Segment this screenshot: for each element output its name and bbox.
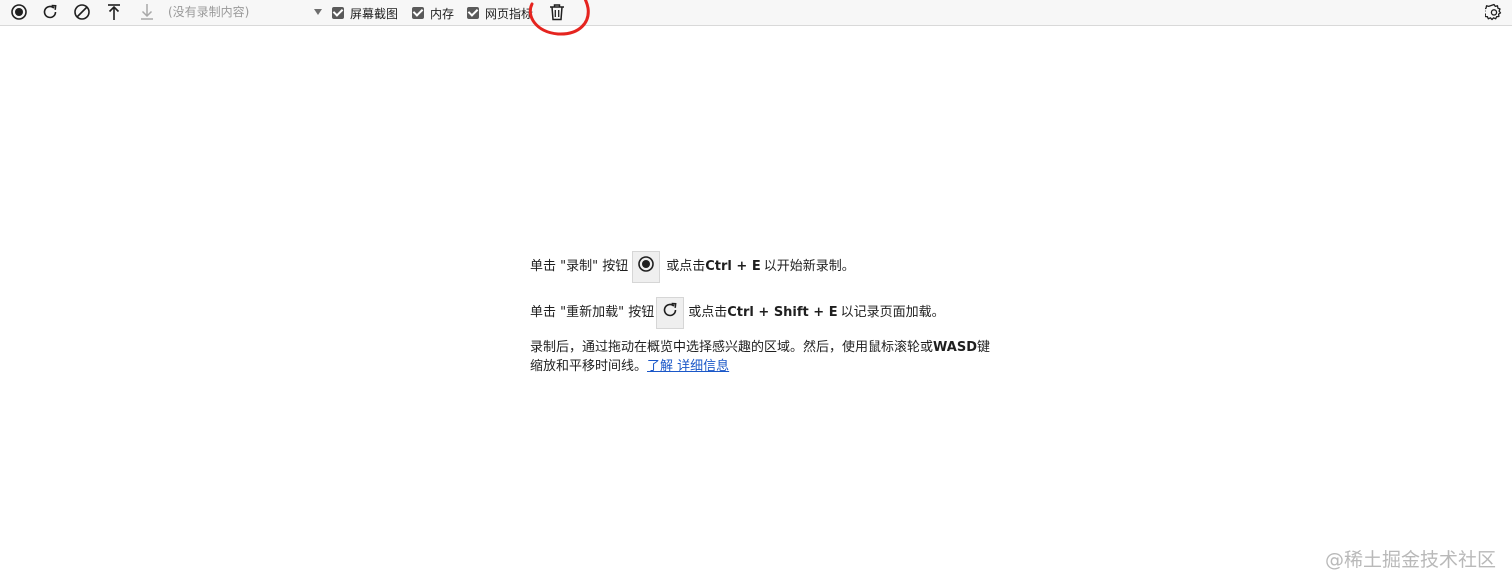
reload-icon <box>661 301 679 325</box>
clear-icon <box>73 3 91 21</box>
memory-checkbox-label: 内存 <box>430 6 455 21</box>
save-profile-button[interactable] <box>136 1 158 23</box>
usage-note: 录制后，通过拖动在概览中选择感兴趣的区域。然后，使用鼠标滚轮或WASD键缩放和平… <box>530 338 990 376</box>
usage-note-text: 录制后，通过拖动在概览中选择感兴趣的区域。然后，使用鼠标滚轮或 <box>530 340 934 355</box>
reload-icon <box>41 3 59 21</box>
recording-select-value: (没有录制内容) <box>168 5 250 19</box>
usage-note-keys: WASD <box>933 340 977 355</box>
memory-checkbox[interactable]: 内存 <box>412 4 454 22</box>
landing-page: 单击 "录制" 按钮 或点击 Ctrl + E 以开始新录制。 单击 "重新加载… <box>530 250 990 376</box>
watermark: @稀土掘金技术社区 <box>1324 549 1496 571</box>
record-shortcut: Ctrl + E <box>705 259 761 274</box>
checkbox-checked-icon <box>467 7 479 19</box>
performance-toolbar: (没有录制内容) 屏幕截图 内存 网页指标 <box>0 0 1512 36</box>
record-instruction: 单击 "录制" 按钮 或点击 Ctrl + E 以开始新录制。 <box>530 250 990 284</box>
reload-instruction-prefix: 单击 "重新加载" 按钮 <box>530 305 655 320</box>
learn-more-link[interactable]: 了解 详细信息 <box>647 359 729 374</box>
download-icon <box>138 3 156 21</box>
inline-record-button[interactable] <box>632 251 661 283</box>
reload-shortcut: Ctrl + Shift + E <box>727 305 838 320</box>
web-vitals-checkbox-label: 网页指标 <box>485 6 534 21</box>
record-instruction-prefix: 单击 "录制" 按钮 <box>530 259 629 274</box>
record-button[interactable] <box>8 1 30 23</box>
gear-icon <box>1485 3 1503 21</box>
reload-record-button[interactable] <box>39 1 61 23</box>
collect-garbage-button[interactable] <box>546 1 568 23</box>
clear-button[interactable] <box>71 1 93 23</box>
recording-select[interactable]: (没有录制内容) <box>160 2 324 22</box>
reload-instruction: 单击 "重新加载" 按钮 或点击 Ctrl + Shift + E 以记录页面加… <box>530 296 990 330</box>
checkbox-checked-icon <box>332 7 344 19</box>
record-icon <box>637 255 655 279</box>
inline-reload-button[interactable] <box>656 297 685 329</box>
trash-icon <box>548 3 566 21</box>
load-profile-button[interactable] <box>103 1 125 23</box>
screenshots-checkbox[interactable]: 屏幕截图 <box>332 4 398 22</box>
chevron-down-icon <box>314 9 322 15</box>
reload-instruction-middle: 或点击 <box>688 305 728 320</box>
record-instruction-middle: 或点击 <box>666 259 706 274</box>
settings-button[interactable] <box>1483 1 1505 23</box>
record-instruction-suffix: 以开始新录制。 <box>763 259 855 274</box>
reload-instruction-suffix: 以记录页面加载。 <box>840 305 945 320</box>
screenshots-checkbox-label: 屏幕截图 <box>350 6 399 21</box>
checkbox-checked-icon <box>412 7 424 19</box>
upload-icon <box>105 3 123 21</box>
web-vitals-checkbox[interactable]: 网页指标 <box>467 4 533 22</box>
record-icon <box>10 3 28 21</box>
